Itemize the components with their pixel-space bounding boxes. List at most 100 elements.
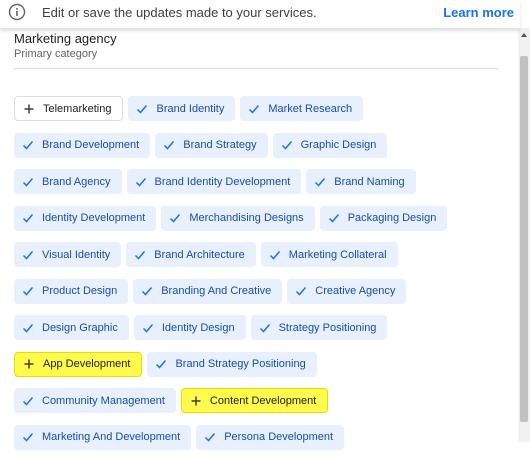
check-icon (22, 285, 34, 297)
service-chip-label: Visual Identity (42, 249, 110, 261)
chip-row: Telemarketing Brand Identity Market Resear… (14, 96, 504, 133)
check-icon (22, 249, 34, 261)
service-chip-label: Creative Agency (315, 285, 395, 297)
service-chip-label: Brand Identity (156, 103, 224, 115)
service-chip-label: Brand Identity Development (155, 176, 291, 188)
check-icon (259, 322, 271, 334)
service-chip-label: Packaging Design (348, 212, 437, 224)
check-icon (169, 212, 181, 224)
check-icon (269, 249, 281, 261)
service-chip-marketing-collateral[interactable]: Marketing Collateral (261, 242, 398, 267)
service-chip-content-development[interactable]: Content Development (181, 388, 328, 413)
chip-row: Product Design Branding And Creative Creat… (14, 279, 504, 316)
service-chip-label: Brand Strategy Positioning (175, 358, 305, 370)
service-chip-label: Identity Development (42, 212, 145, 224)
service-chip-community-management[interactable]: Community Management (14, 388, 176, 413)
check-icon (141, 285, 153, 297)
service-chip-graphic-design[interactable]: Graphic Design (273, 133, 388, 158)
service-chip-packaging-design[interactable]: Packaging Design (320, 206, 448, 231)
service-chip-label: Identity Design (162, 322, 235, 334)
info-banner: Edit or save the updates made to your se… (0, 0, 520, 29)
check-icon (22, 212, 34, 224)
service-chip-brand-agency[interactable]: Brand Agency (14, 169, 122, 194)
service-chip-brand-strategy-positioning[interactable]: Brand Strategy Positioning (147, 352, 316, 377)
service-chip-marketing-and-development[interactable]: Marketing And Development (14, 425, 191, 450)
check-icon (22, 139, 34, 151)
service-chip-persona-development[interactable]: Persona Development (196, 425, 344, 450)
scrollbar[interactable] (518, 28, 530, 442)
check-icon (136, 103, 148, 115)
service-chip-label: Content Development (210, 395, 316, 407)
service-chip-brand-naming[interactable]: Brand Naming (306, 169, 415, 194)
plus-icon (23, 358, 35, 370)
service-chip-label: Community Management (42, 395, 165, 407)
check-icon (22, 431, 34, 443)
service-chip-label: Brand Strategy (183, 139, 256, 151)
service-chip-label: Product Design (42, 285, 117, 297)
service-chip-brand-architecture[interactable]: Brand Architecture (126, 242, 256, 267)
service-chip-product-design[interactable]: Product Design (14, 279, 128, 304)
chip-row: Brand Agency Brand Identity Development Br… (14, 169, 504, 206)
divider (14, 68, 498, 69)
service-chip-brand-identity-development[interactable]: Brand Identity Development (127, 169, 302, 194)
services-panel: Marketing agency Primary category Telema… (0, 0, 518, 442)
chip-row: Community Management Content Development (14, 388, 504, 425)
service-chip-design-graphic[interactable]: Design Graphic (14, 315, 129, 340)
service-chip-label: Branding And Creative (161, 285, 271, 297)
service-chip-merchandising-designs[interactable]: Merchandising Designs (161, 206, 314, 231)
check-icon (135, 176, 147, 188)
service-chip-brand-identity[interactable]: Brand Identity (128, 96, 235, 121)
service-chip-visual-identity[interactable]: Visual Identity (14, 242, 121, 267)
check-icon (22, 322, 34, 334)
check-icon (134, 249, 146, 261)
service-chip-label: Brand Architecture (154, 249, 245, 261)
chip-row: Identity Development Merchandising Design… (14, 206, 504, 243)
chip-row: Design Graphic Identity Design Strategy Po… (14, 315, 504, 352)
service-chip-label: Merchandising Designs (189, 212, 303, 224)
banner-text: Edit or save the updates made to your se… (42, 5, 317, 20)
service-chip-label: Telemarketing (43, 103, 111, 115)
service-chip-label: Persona Development (224, 431, 333, 443)
service-chip-label: Graphic Design (301, 139, 377, 151)
check-icon (163, 139, 175, 151)
service-chip-strategy-positioning[interactable]: Strategy Positioning (251, 315, 388, 340)
service-chip-label: App Development (43, 358, 130, 370)
service-chip-label: Marketing Collateral (289, 249, 387, 261)
service-chip-label: Design Graphic (42, 322, 118, 334)
service-chip-label: Market Research (268, 103, 352, 115)
service-chip-brand-strategy[interactable]: Brand Strategy (155, 133, 267, 158)
scroll-up-arrow-icon[interactable] (518, 28, 530, 42)
service-chip-label: Marketing And Development (42, 431, 180, 443)
check-icon (22, 176, 34, 188)
service-chip-label: Brand Development (42, 139, 139, 151)
check-icon (22, 395, 34, 407)
chip-row: Visual Identity Brand Architecture Marketi… (14, 242, 504, 279)
scroll-thumb[interactable] (520, 56, 528, 422)
service-chip-label: Strategy Positioning (279, 322, 377, 334)
chip-row: App Development Brand Strategy Positionin… (14, 352, 504, 389)
service-chip-market-research[interactable]: Market Research (240, 96, 363, 121)
chip-row: Brand Development Brand Strategy Graphic D… (14, 133, 504, 170)
plus-icon (190, 395, 202, 407)
check-icon (248, 103, 260, 115)
plus-icon (23, 103, 35, 115)
service-chip-list: Telemarketing Brand Identity Market Resear… (14, 96, 504, 461)
chip-row: Marketing And Development Persona Develop… (14, 425, 504, 461)
service-chip-brand-development[interactable]: Brand Development (14, 133, 150, 158)
service-chip-branding-and-creative[interactable]: Branding And Creative (133, 279, 282, 304)
service-chip-identity-development[interactable]: Identity Development (14, 206, 156, 231)
category-name: Marketing agency (14, 31, 117, 46)
service-chip-creative-agency[interactable]: Creative Agency (287, 279, 406, 304)
check-icon (328, 212, 340, 224)
check-icon (314, 176, 326, 188)
learn-more-link[interactable]: Learn more (443, 5, 514, 20)
service-chip-app-development[interactable]: App Development (14, 352, 142, 377)
check-icon (155, 358, 167, 370)
service-chip-telemarketing[interactable]: Telemarketing (14, 96, 123, 121)
check-icon (142, 322, 154, 334)
service-chip-label: Brand Naming (334, 176, 404, 188)
category-subtitle: Primary category (14, 48, 97, 60)
service-chip-identity-design[interactable]: Identity Design (134, 315, 246, 340)
check-icon (295, 285, 307, 297)
info-icon (8, 3, 26, 21)
